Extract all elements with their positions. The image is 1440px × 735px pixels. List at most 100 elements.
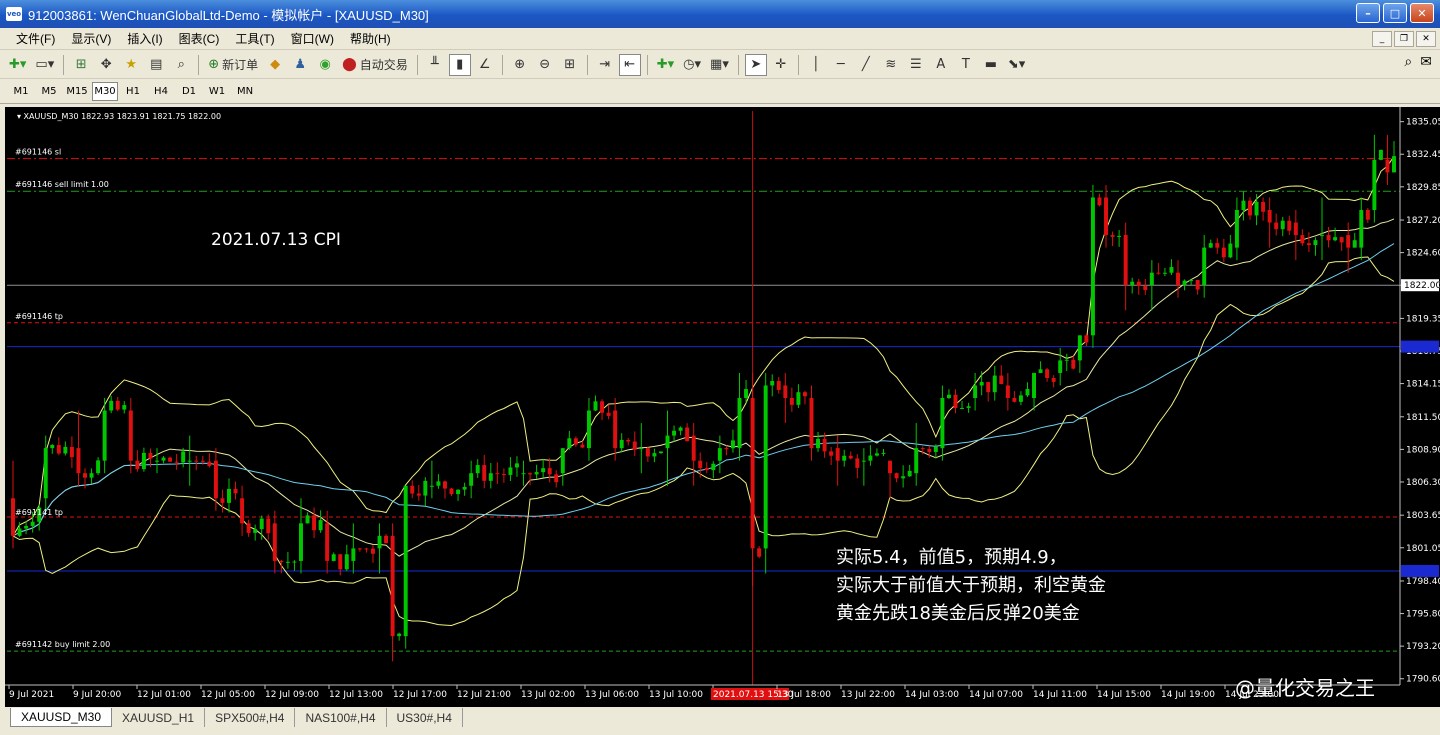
close-button[interactable]: ✕ bbox=[1410, 3, 1434, 23]
blue-level-badge bbox=[1401, 340, 1439, 353]
menu-file[interactable]: 文件(F) bbox=[8, 30, 63, 47]
x-tick-label: 13 Jul 22:00 bbox=[841, 690, 895, 700]
minimize-button[interactable]: – bbox=[1356, 3, 1380, 23]
arrows-icon[interactable]: ⬊▾ bbox=[1005, 54, 1028, 76]
search-icon[interactable]: ⌕ bbox=[1404, 54, 1412, 70]
candle-body bbox=[776, 380, 781, 390]
terminal-icon[interactable]: ▤ bbox=[145, 54, 167, 76]
mdi-minimize-button[interactable]: _ bbox=[1372, 31, 1392, 47]
timeframe-m15[interactable]: M15 bbox=[64, 82, 90, 101]
zoom-in-icon[interactable]: ⊕ bbox=[509, 54, 531, 76]
candle-body bbox=[1123, 235, 1128, 286]
x-tick-label: 12 Jul 09:00 bbox=[265, 690, 319, 700]
chart-shift-icon[interactable]: ⇤ bbox=[618, 53, 641, 76]
metaeditor-icon[interactable]: ◆ bbox=[264, 54, 286, 76]
text-icon[interactable]: A bbox=[930, 54, 952, 76]
tile-windows-icon[interactable]: ⊞ bbox=[559, 54, 581, 76]
timeframe-w1[interactable]: W1 bbox=[204, 82, 230, 101]
candle-body bbox=[1306, 243, 1311, 246]
y-tick-label: 1808.90 bbox=[1406, 445, 1440, 455]
channel-icon[interactable]: ≋ bbox=[880, 54, 902, 76]
cursor-icon[interactable]: ➤ bbox=[744, 53, 767, 76]
candle-body bbox=[1333, 237, 1338, 241]
templates-icon[interactable]: ▦▾ bbox=[707, 54, 732, 76]
candle-body bbox=[135, 460, 140, 470]
tab-spx500-h4[interactable]: SPX500#,H4 bbox=[205, 708, 296, 727]
price-chart[interactable]: 1835.05 1832.45 1829.85 1827.20 1824.60 1822.… bbox=[5, 107, 1440, 707]
candle-body bbox=[1045, 369, 1050, 379]
new-chart-icon[interactable]: ✚▾ bbox=[6, 54, 29, 76]
candle-body bbox=[128, 410, 133, 461]
strategy-tester-icon[interactable]: ⌕ bbox=[170, 54, 192, 76]
timeframe-h1[interactable]: H1 bbox=[120, 82, 146, 101]
candle-body bbox=[789, 398, 794, 405]
menu-view[interactable]: 显示(V) bbox=[63, 30, 119, 47]
vertical-line-icon[interactable]: │ bbox=[805, 54, 827, 76]
menu-help[interactable]: 帮助(H) bbox=[342, 30, 399, 47]
indicators-icon[interactable]: ✚▾ bbox=[654, 54, 677, 76]
menu-tools[interactable]: 工具(T) bbox=[227, 30, 282, 47]
candle-body bbox=[1372, 159, 1377, 211]
x-tick-label: 13 Jul 10:00 bbox=[649, 690, 703, 700]
x-tick-label: 9 Jul 2021 bbox=[9, 690, 54, 700]
fibonacci-icon[interactable]: ☰ bbox=[905, 54, 927, 76]
timeframe-m30[interactable]: M30 bbox=[92, 82, 118, 101]
tab-xauusd-m30[interactable]: XAUUSD_M30 bbox=[10, 708, 113, 727]
candle-body bbox=[901, 476, 906, 479]
bar-chart-icon[interactable]: ╨ bbox=[424, 54, 446, 76]
main-toolbar: ✚▾ ▭▾ ⊞ ✥ ★ ▤ ⌕ ⊕ 新订单 ◆ ♟ ◉ ⬤ 自动交易 ╨ ▮ ∠ ⊕… bbox=[0, 51, 1440, 79]
candle-body bbox=[482, 465, 487, 481]
tab-xauusd-h1[interactable]: XAUUSD_H1 bbox=[112, 708, 206, 727]
menu-charts[interactable]: 图表(C) bbox=[171, 30, 228, 47]
zoom-out-icon[interactable]: ⊖ bbox=[534, 54, 556, 76]
chat-icon[interactable]: ✉ bbox=[1420, 54, 1432, 70]
mdi-close-button[interactable]: ✕ bbox=[1416, 31, 1436, 47]
timeframes-toolbar: M1 M5 M15 M30 H1 H4 D1 W1 MN bbox=[0, 80, 1440, 104]
tab-nas100-h4[interactable]: NAS100#,H4 bbox=[295, 708, 387, 727]
mdi-restore-button[interactable]: ❐ bbox=[1394, 31, 1414, 47]
text-label-icon[interactable]: T bbox=[955, 54, 977, 76]
x-tick-label: 12 Jul 13:00 bbox=[329, 690, 383, 700]
line-chart-icon[interactable]: ∠ bbox=[474, 54, 496, 76]
annotation-line: 实际大于前值大于预期，利空黄金 bbox=[836, 575, 1106, 596]
candle-body bbox=[979, 382, 984, 386]
candle-body bbox=[567, 438, 572, 449]
timeframe-h4[interactable]: H4 bbox=[148, 82, 174, 101]
periods-icon[interactable]: ◷▾ bbox=[680, 54, 704, 76]
timeframe-mn[interactable]: MN bbox=[232, 82, 258, 101]
auto-trading-button[interactable]: ⬤ 自动交易 bbox=[339, 54, 411, 76]
menu-window[interactable]: 窗口(W) bbox=[283, 30, 342, 47]
order-label-sl: #691146 sl bbox=[15, 148, 61, 157]
auto-scroll-icon[interactable]: ⇥ bbox=[594, 54, 616, 76]
trendline-icon[interactable]: ╱ bbox=[855, 54, 877, 76]
candle-body bbox=[1234, 210, 1239, 248]
order-label-sell-limit: #691146 sell limit 1.00 bbox=[15, 180, 109, 189]
crosshair-icon[interactable]: ✛ bbox=[770, 54, 792, 76]
timeframe-m1[interactable]: M1 bbox=[8, 82, 34, 101]
candle-body bbox=[1346, 235, 1351, 248]
candle-body bbox=[338, 554, 343, 570]
timeframe-m5[interactable]: M5 bbox=[36, 82, 62, 101]
market-watch-icon[interactable]: ⊞ bbox=[70, 54, 92, 76]
favorites-icon[interactable]: ★ bbox=[120, 54, 142, 76]
candle-body bbox=[1058, 360, 1063, 373]
candle-body bbox=[423, 480, 428, 496]
signals-icon[interactable]: ◉ bbox=[314, 54, 336, 76]
rectangle-icon[interactable]: ▬ bbox=[980, 54, 1002, 76]
candle-body bbox=[1169, 267, 1174, 273]
candlestick-icon[interactable]: ▮ bbox=[448, 53, 471, 76]
horizontal-line-icon[interactable]: ─ bbox=[830, 54, 852, 76]
candle-body bbox=[940, 398, 945, 449]
candle-body bbox=[83, 473, 87, 478]
candle-body bbox=[174, 461, 179, 463]
menu-insert[interactable]: 插入(I) bbox=[119, 30, 170, 47]
navigator-icon[interactable]: ✥ bbox=[95, 54, 117, 76]
new-order-button[interactable]: ⊕ 新订单 bbox=[205, 54, 261, 76]
timeframe-d1[interactable]: D1 bbox=[176, 82, 202, 101]
chart-window[interactable]: 1835.05 1832.45 1829.85 1827.20 1824.60 1822.… bbox=[5, 107, 1440, 707]
candle-body bbox=[1156, 272, 1161, 274]
experts-icon[interactable]: ♟ bbox=[289, 54, 311, 76]
tab-us30-h4[interactable]: US30#,H4 bbox=[387, 708, 463, 727]
profiles-icon[interactable]: ▭▾ bbox=[32, 54, 57, 76]
maximize-button[interactable]: □ bbox=[1383, 3, 1407, 23]
